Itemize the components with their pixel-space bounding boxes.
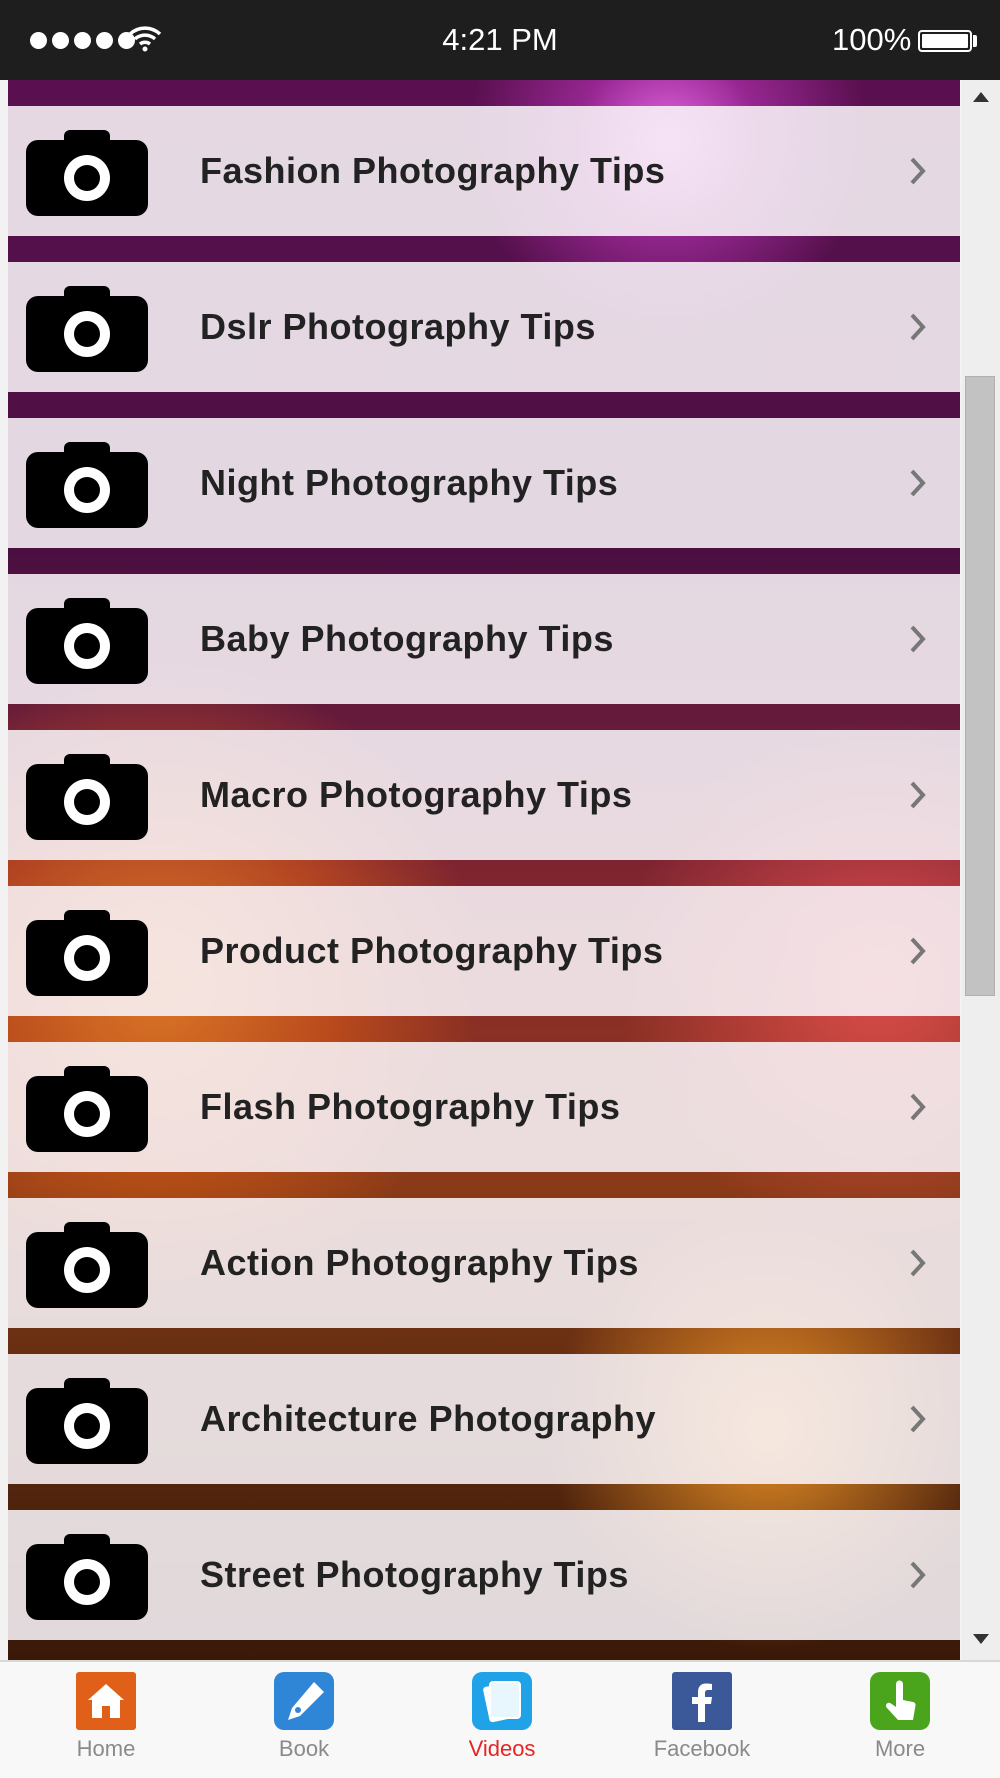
list-item[interactable]: Night Photography Tips bbox=[8, 418, 960, 548]
camera-icon bbox=[26, 910, 148, 996]
scroll-up-arrow-icon[interactable] bbox=[971, 90, 991, 104]
camera-icon bbox=[26, 286, 148, 372]
camera-icon bbox=[26, 1378, 148, 1464]
list-item-label: Action Photography Tips bbox=[200, 1242, 639, 1283]
scroll-thumb[interactable] bbox=[965, 376, 995, 996]
battery-icon bbox=[918, 30, 972, 52]
chevron-right-icon bbox=[910, 1561, 926, 1589]
list-item-label: Macro Photography Tips bbox=[200, 774, 633, 815]
tab-label: Home bbox=[76, 1736, 136, 1761]
list-item[interactable]: Fashion Photography Tips bbox=[8, 106, 960, 236]
tab-more[interactable]: More bbox=[830, 1672, 970, 1776]
camera-icon bbox=[26, 1222, 148, 1308]
status-bar: 4:21 PM 100% bbox=[0, 0, 1000, 80]
chevron-right-icon bbox=[910, 1093, 926, 1121]
list-item[interactable]: Action Photography Tips bbox=[8, 1198, 960, 1328]
list-item-label: Product Photography Tips bbox=[200, 930, 664, 971]
tab-label: More bbox=[874, 1736, 926, 1761]
chevron-right-icon bbox=[910, 625, 926, 653]
camera-icon bbox=[26, 754, 148, 840]
list-item-label: Flash Photography Tips bbox=[200, 1086, 621, 1127]
bottom-tab-bar: Home Book Videos Facebook More bbox=[0, 1660, 1000, 1778]
tab-label: Facebook bbox=[653, 1736, 751, 1761]
pen-icon bbox=[234, 1672, 374, 1730]
chevron-right-icon bbox=[910, 313, 926, 341]
more-hand-icon bbox=[830, 1672, 970, 1730]
list-item[interactable]: Product Photography Tips bbox=[8, 886, 960, 1016]
chevron-right-icon bbox=[910, 1405, 926, 1433]
camera-icon bbox=[26, 130, 148, 216]
videos-icon bbox=[432, 1672, 572, 1730]
scrollbar[interactable] bbox=[962, 80, 1000, 1660]
chevron-right-icon bbox=[910, 469, 926, 497]
chevron-right-icon bbox=[910, 157, 926, 185]
list-item-label: Night Photography Tips bbox=[200, 462, 619, 503]
battery-percentage: 100% bbox=[832, 22, 912, 57]
list-item[interactable]: Architecture Photography bbox=[8, 1354, 960, 1484]
tab-label: Book bbox=[278, 1736, 330, 1761]
camera-icon bbox=[26, 1066, 148, 1152]
camera-icon bbox=[26, 1534, 148, 1620]
list-item-label: Fashion Photography Tips bbox=[200, 150, 666, 191]
camera-icon bbox=[26, 442, 148, 528]
camera-icon bbox=[26, 598, 148, 684]
list-item[interactable]: Street Photography Tips bbox=[8, 1510, 960, 1640]
chevron-right-icon bbox=[910, 1249, 926, 1277]
list-item[interactable]: Flash Photography Tips bbox=[8, 1042, 960, 1172]
tab-book[interactable]: Book bbox=[234, 1672, 374, 1776]
chevron-right-icon bbox=[910, 781, 926, 809]
scroll-down-arrow-icon[interactable] bbox=[971, 1632, 991, 1646]
list-item[interactable]: Baby Photography Tips bbox=[8, 574, 960, 704]
tab-videos[interactable]: Videos bbox=[432, 1672, 572, 1776]
facebook-icon bbox=[632, 1672, 772, 1730]
tab-label: Videos bbox=[468, 1736, 536, 1761]
tab-home[interactable]: Home bbox=[36, 1672, 176, 1776]
list-item[interactable]: Dslr Photography Tips bbox=[8, 262, 960, 392]
content-area: Fashion Photography Tips Dslr Photography… bbox=[8, 80, 960, 1660]
chevron-right-icon bbox=[910, 937, 926, 965]
list-item-label: Dslr Photography Tips bbox=[200, 306, 596, 347]
list-item-label: Architecture Photography bbox=[200, 1398, 657, 1439]
list-item-label: Street Photography Tips bbox=[200, 1554, 629, 1595]
tab-facebook[interactable]: Facebook bbox=[632, 1672, 772, 1776]
list-item[interactable]: Macro Photography Tips bbox=[8, 730, 960, 860]
home-icon bbox=[36, 1672, 176, 1730]
list-item-label: Baby Photography Tips bbox=[200, 618, 614, 659]
